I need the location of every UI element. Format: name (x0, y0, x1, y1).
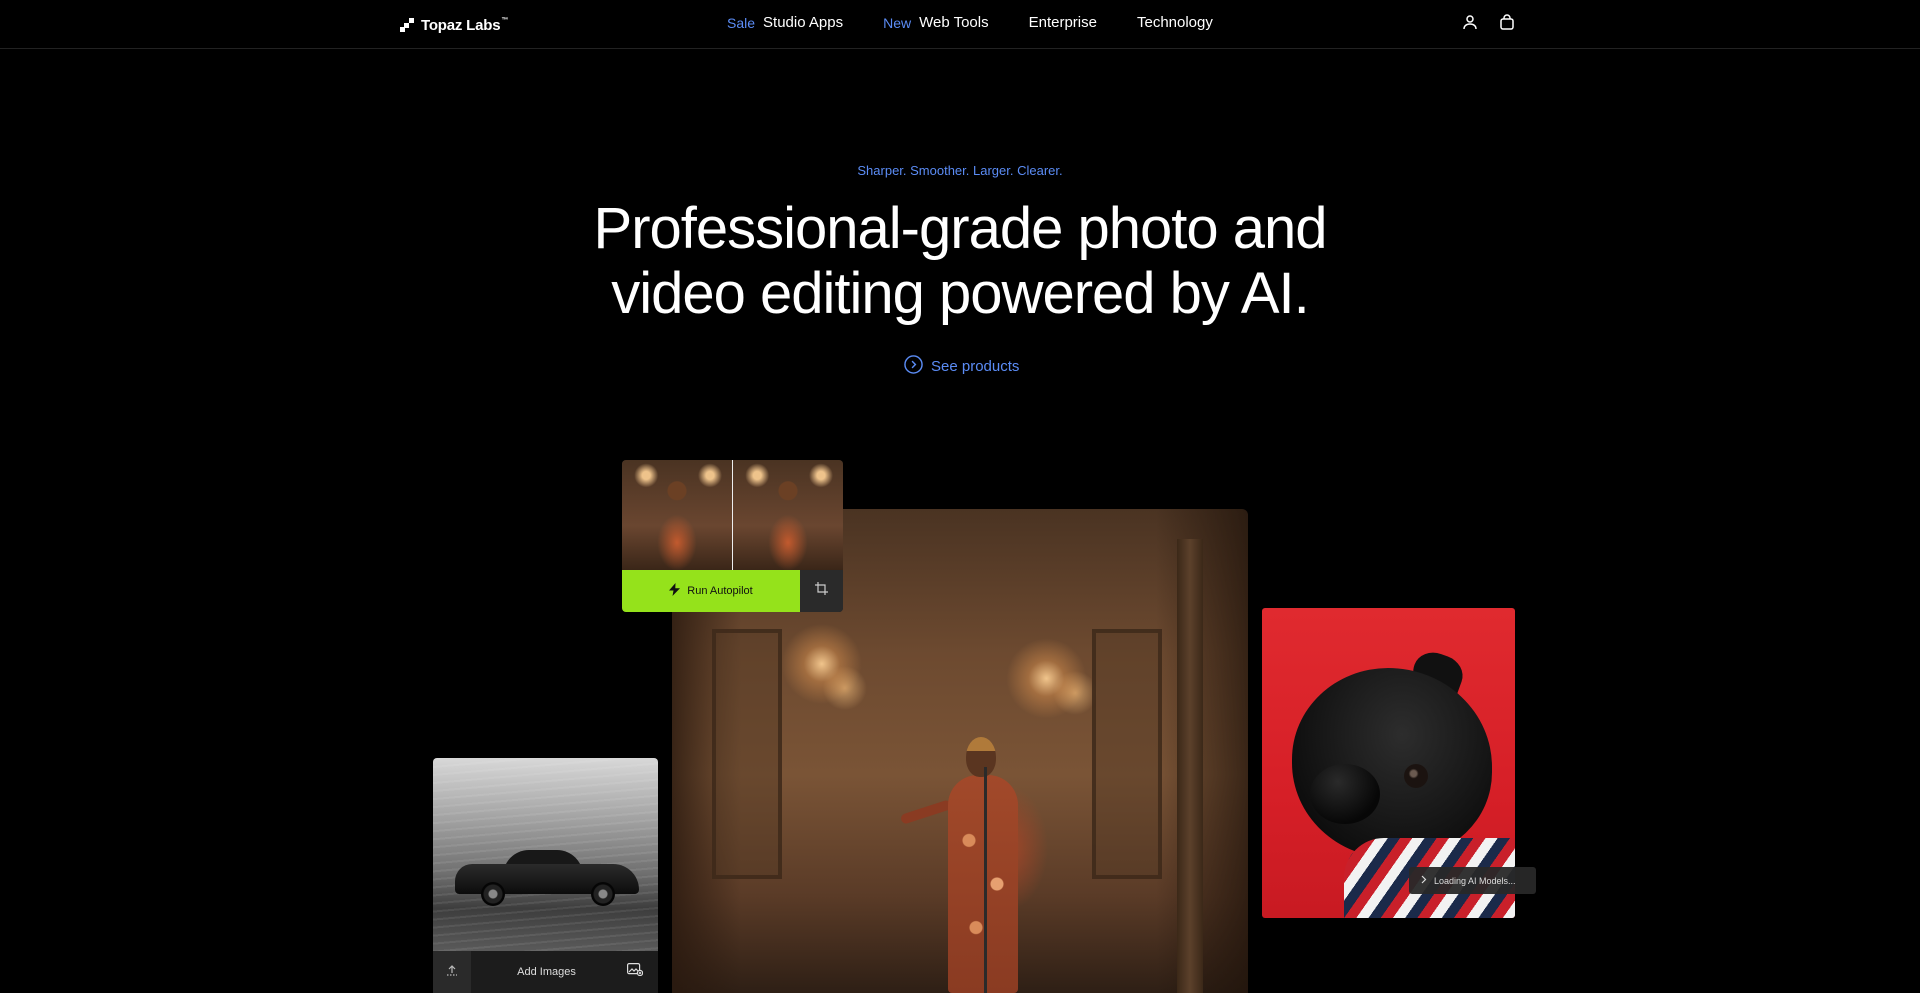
add-images-label[interactable]: Add Images (471, 966, 612, 978)
add-images-toolbar: Add Images (433, 951, 658, 993)
nav-item-web-tools[interactable]: New Web Tools (883, 14, 989, 31)
background-pillar (1177, 539, 1203, 993)
nav-actions (1462, 14, 1515, 30)
hero-eyebrow: Sharper. Smoother. Larger. Clearer. (857, 163, 1063, 178)
nav-item-technology[interactable]: Technology (1137, 14, 1213, 31)
crop-button[interactable] (800, 570, 843, 612)
pug-head (1292, 668, 1492, 858)
after-thumbnail (733, 460, 843, 570)
background-door (1092, 629, 1162, 879)
upload-icon (446, 963, 458, 981)
user-icon[interactable] (1462, 14, 1478, 30)
autopilot-card: Run Autopilot (622, 460, 843, 612)
comparison-divider[interactable] (732, 460, 733, 570)
see-products-label: See products (931, 358, 1020, 375)
loading-status-label: Loading AI Models... (1434, 875, 1516, 886)
nav-item-enterprise[interactable]: Enterprise (1029, 14, 1097, 31)
see-products-link[interactable]: See products (904, 355, 1019, 378)
hero-headline: Professional-grade photo and video editi… (593, 196, 1328, 326)
sports-car-image (455, 850, 639, 906)
new-badge: New (883, 14, 912, 31)
lightning-icon (669, 583, 681, 599)
before-thumbnail (622, 460, 732, 570)
nav-item-studio-apps[interactable]: Sale Studio Apps (727, 14, 843, 31)
brand-name: Topaz Labs™ (421, 16, 509, 34)
chevron-circle-icon (904, 355, 923, 378)
nav-item-label: Technology (1136, 14, 1213, 31)
upload-button[interactable] (433, 951, 471, 993)
shopping-bag-icon[interactable] (1499, 14, 1515, 30)
run-autopilot-label: Run Autopilot (687, 585, 753, 597)
car-photo (433, 758, 658, 951)
nav-item-label: Studio Apps (763, 14, 844, 31)
singer-figure (899, 737, 1024, 993)
add-images-card: Add Images (433, 758, 658, 993)
main-nav: Sale Studio Apps New Web Tools Enterpris… (727, 14, 1213, 31)
brand-logo[interactable]: Topaz Labs™ (400, 15, 508, 35)
background-door (712, 629, 782, 879)
nav-item-label: Web Tools (919, 14, 989, 31)
nav-item-label: Enterprise (1028, 14, 1097, 31)
top-nav: Topaz Labs™ Sale Studio Apps New Web Too… (0, 0, 1920, 49)
add-image-button[interactable] (612, 951, 658, 993)
crop-icon (815, 582, 828, 600)
run-autopilot-button[interactable]: Run Autopilot (622, 570, 800, 612)
image-add-icon (627, 963, 644, 981)
chevron-right-icon (1421, 875, 1427, 886)
topaz-logo-icon (400, 18, 414, 32)
loading-status-chip: Loading AI Models... (1409, 867, 1536, 894)
sale-badge: Sale (727, 14, 756, 31)
